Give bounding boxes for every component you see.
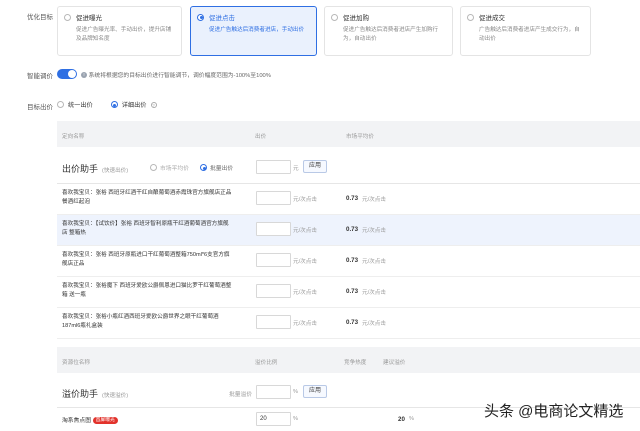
bid-input[interactable] [256,284,291,298]
col-market-avg: 市场平均价 [346,134,374,140]
radio-uniform-bid[interactable] [57,101,64,108]
radio-market-avg[interactable] [150,164,157,171]
radio-detail-bid[interactable] [110,101,118,108]
radio-batch-bid[interactable] [200,164,207,171]
suggest-premium-unit: % [409,416,414,422]
smart-bid-info: ! 系统将根据您的目标出价进行智能调节，调价幅度范围为-100%至100% [81,70,271,79]
bid-unit: 元/次点击 [293,321,317,327]
table1-header: 定向名称 出价 市场平均价 [57,121,640,147]
col-premium-ratio: 溢价比例 [255,360,278,366]
batch-bid-unit: 元 [293,166,299,172]
opt-market-label: 市场平均价 [160,166,189,172]
watermark: 头条 @电商论文精选 [484,403,624,420]
exposure-badge: 首屏曝光 [92,416,118,424]
bid-unit: 元/次点击 [293,290,317,296]
detail-bid-label: 详细出价 [121,102,147,109]
opt-batch-label: 批量出价 [210,166,234,172]
col-target-name: 定向名称 [62,134,85,140]
batch-bid-input[interactable] [256,160,291,174]
market-avg-value: 0.73 [346,257,359,264]
bid-input[interactable] [256,191,291,205]
goal-radio-click[interactable] [197,13,204,21]
premium-assistant-title: 溢价助手 (快速溢价) [62,387,128,400]
suggest-premium-value: 20 [398,416,405,423]
premium-apply-button[interactable]: 应用 [303,385,328,398]
goal-radio-deal[interactable] [467,13,474,21]
col-resource-name: 资源位名称 [62,360,90,366]
market-avg-unit: 元/次点击 [362,290,386,296]
resource-name-cell: 淘系焦点图 首屏曝光 [62,415,118,424]
goal-radio-cart[interactable] [331,13,338,21]
market-avg-value: 0.73 [346,195,359,202]
smart-bid-toggle[interactable] [57,69,77,79]
market-avg-value: 0.73 [346,319,359,326]
market-avg-unit: 元/次点击 [362,197,386,203]
goal-card-deal[interactable]: 促进成交 广告触达后消费者进店产生成交行为，自动出价 [460,6,591,56]
bid-mode-group: 统一出价 详细出价 ? [57,100,157,109]
goal-radio-exposure[interactable] [64,13,71,21]
market-avg-unit: 元/次点击 [362,321,386,327]
goal-card-cart[interactable]: 促进加购 促进广告触达后消费者进店产生加购行为，自动出价 [324,6,453,56]
smart-bid-label: 智能调价 [27,73,53,80]
market-avg-unit: 元/次点击 [362,259,386,265]
goal-desc: 促进广告曝光率、手动出价，提升店铺及品牌知名度 [76,27,172,42]
market-avg-value: 0.73 [346,226,359,233]
col-bid: 出价 [255,134,267,140]
premium-assistant-sub: (快速溢价) [102,393,129,399]
goal-title: 促进加购 [343,15,369,22]
bid-assistant-sub: (快速出价) [102,168,129,174]
goal-card-exposure[interactable]: 促进曝光 促进广告曝光率、手动出价，提升店铺及品牌知名度 [57,6,182,56]
batch-premium-label: 批量溢价 [229,392,253,398]
goal-title: 促进曝光 [76,15,102,22]
col-suggest-premium: 建议溢价 [383,360,406,366]
goal-desc: 广告触达后消费者进店产生成交行为，自动出价 [479,27,580,42]
target-bid-label: 目标出价 [27,104,53,111]
target-name: 喜欢我宝贝：张裕 西班牙原瓶进口干红葡萄酒整箱750ml*6支官方旗舰店正品 [62,252,230,267]
market-avg-value: 0.73 [346,288,359,295]
target-name: 喜欢我宝贝：【试饮价】张裕 西班牙智利原瓶干红酒葡萄酒官方旗舰店 整箱热 [62,221,229,236]
goal-desc: 促进广告触达后消费者进店产生加购行为，自动出价 [343,27,439,42]
bid-input[interactable] [256,315,291,329]
goal-title: 促进点击 [209,15,235,22]
premium-assistant-text: 溢价助手 [62,389,99,399]
table2-header: 资源位名称 溢价比例 竞争热度 建议溢价 [57,347,640,373]
premium-unit: % [293,416,298,422]
col-competition: 竞争热度 [344,360,367,366]
batch-premium-unit: % [293,389,298,395]
target-name: 喜欢我宝贝：张裕魔下 西班牙爱欧公爵佩恩进口猫比罗干红葡萄酒整箱 送一瓶 [62,283,232,298]
premium-input[interactable]: 20 [256,412,291,426]
bid-input[interactable] [256,222,291,236]
bid-assistant-title: 出价助手 (快速出价) [62,162,128,175]
uniform-bid-label: 统一出价 [68,102,93,109]
bid-apply-button[interactable]: 应用 [303,160,328,173]
help-icon[interactable]: ? [150,101,157,108]
target-name: 喜欢我宝贝：张裕小瓶红酒西班牙爱欧公爵世界之眼干红葡萄酒187ml6瓶礼盒装 [62,314,219,329]
goal-desc: 促进广告触达后消费者进店，手动出价 [209,27,305,33]
bid-assistant-text: 出价助手 [62,164,99,174]
goal-card-click[interactable]: 促进点击 促进广告触达后消费者进店，手动出价 [190,6,317,56]
bid-assistant-row [57,147,640,184]
resource-name: 淘系焦点图 [62,418,91,424]
bid-unit: 元/次点击 [293,228,317,234]
info-icon: ! [81,72,87,79]
bid-input[interactable] [256,253,291,267]
bid-option-group: 市场平均价 批量出价 [150,163,233,172]
batch-premium-input[interactable] [256,385,291,399]
smart-bid-desc: 系统将根据您的目标出价进行智能调节，调价幅度范围为-100%至100% [88,73,271,79]
opt-goal-label: 优化目标 [27,14,53,21]
market-avg-unit: 元/次点击 [362,228,386,234]
bid-unit: 元/次点击 [293,259,317,265]
goal-title: 促进成交 [479,15,505,22]
target-name: 喜欢我宝贝：张裕 西班牙红酒干红自酿葡萄酒赤霞珠官方旗舰店正品餐酒红起泡 [62,190,232,205]
bid-unit: 元/次点击 [293,197,317,203]
